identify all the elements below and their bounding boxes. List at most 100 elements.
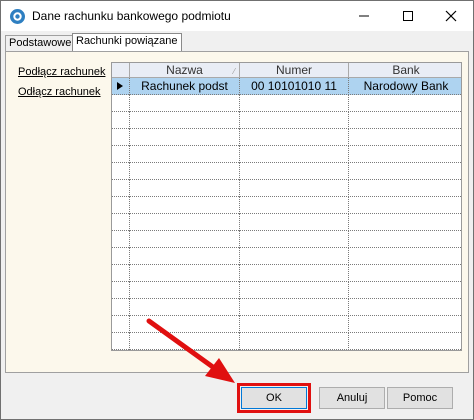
cell-bank [349,163,461,180]
row-indicator-cell [112,163,130,180]
minimize-icon [359,15,369,17]
cell-numer [240,112,349,129]
column-header-numer[interactable]: Numer [240,63,349,78]
table-row[interactable] [112,112,461,129]
cell-nazwa [130,214,240,231]
cell-nazwa [130,112,240,129]
cell-numer [240,180,349,197]
app-icon [9,8,26,25]
row-indicator-cell [112,112,130,129]
row-indicator-cell [112,95,130,112]
cell-bank: Narodowy Bank [363,79,449,93]
cell-bank [349,248,461,265]
table-row[interactable] [112,214,461,231]
column-header-bank[interactable]: Bank [349,63,461,78]
cell-numer [240,146,349,163]
cell-nazwa [130,146,240,163]
cell-numer [240,333,349,350]
row-indicator-cell [112,299,130,316]
row-indicator-cell [112,197,130,214]
table-row[interactable]: Rachunek podst 00 10101010 11 Narodowy Ban… [112,78,461,95]
cell-numer [240,163,349,180]
tab-rachunki-powiazane[interactable]: Rachunki powiązane [72,33,182,52]
window-title: Dane rachunku bankowego podmiotu [32,9,231,23]
table-row[interactable] [112,248,461,265]
row-indicator-cell [112,282,130,299]
maximize-button[interactable] [386,1,430,31]
cell-nazwa [130,265,240,282]
cell-nazwa [130,248,240,265]
column-header-label: Nazwa [166,63,203,77]
grid-header: Nazwa ⁄ Numer Bank [112,63,461,78]
row-indicator-cell [112,265,130,282]
title-bar[interactable]: Dane rachunku bankowego podmiotu [1,1,473,31]
maximize-icon [403,11,413,21]
tab-podstawowe[interactable]: Podstawowe [5,35,76,52]
cell-nazwa [130,316,240,333]
table-row[interactable] [112,316,461,333]
cell-numer [240,95,349,112]
cell-numer: 00 10101010 11 [240,78,349,95]
cell-numer [240,214,349,231]
cell-numer [240,316,349,333]
help-button[interactable]: Pomoc [387,387,453,409]
accounts-grid[interactable]: Nazwa ⁄ Numer Bank Rachunek podst 00 1010… [111,62,462,351]
row-indicator-cell [112,146,130,163]
row-indicator-cell [112,180,130,197]
cell-numer [240,129,349,146]
cell-bank [349,197,461,214]
dialog-window: Dane rachunku bankowego podmiotu Podstaw… [0,0,474,420]
current-row-icon [117,82,123,90]
table-row[interactable] [112,146,461,163]
table-row[interactable] [112,299,461,316]
cell-bank [349,146,461,163]
row-indicator-cell [112,231,130,248]
table-row[interactable] [112,265,461,282]
cell-bank [349,95,461,112]
cell-bank [349,316,461,333]
cell-bank [349,214,461,231]
cell-numer [240,231,349,248]
cell-nazwa [130,180,240,197]
sort-icon: ⁄ [233,67,235,76]
cell-numer [240,197,349,214]
close-button[interactable] [429,1,473,31]
cell-nazwa [130,299,240,316]
ok-button[interactable]: OK [241,387,307,409]
cell-bank [349,282,461,299]
minimize-button[interactable] [342,1,386,31]
cell-nazwa [130,95,240,112]
row-indicator-cell [112,248,130,265]
cell-numer [240,282,349,299]
column-header-nazwa[interactable]: Nazwa ⁄ [130,63,240,78]
cell-nazwa [130,282,240,299]
row-indicator-cell [112,214,130,231]
cell-nazwa [130,197,240,214]
table-row[interactable] [112,333,461,350]
table-row[interactable] [112,197,461,214]
cell-bank [349,265,461,282]
tab-panel: Podłącz rachunek Odłącz rachunek Nazwa ⁄… [5,51,469,373]
cell-bank [349,333,461,350]
cell-numer [240,265,349,282]
cell-bank [349,129,461,146]
table-row[interactable] [112,180,461,197]
connect-account-link[interactable]: Podłącz rachunek [18,66,105,78]
row-indicator-cell [112,78,130,95]
cell-nazwa [130,129,240,146]
cell-bank [349,112,461,129]
table-row[interactable] [112,282,461,299]
cell-numer [240,299,349,316]
cell-bank [349,299,461,316]
table-row[interactable] [112,129,461,146]
cell-bank [349,180,461,197]
cancel-button[interactable]: Anuluj [319,387,385,409]
table-row[interactable] [112,231,461,248]
header-indicator-cell [112,63,130,78]
close-icon [445,10,457,22]
row-indicator-cell [112,129,130,146]
disconnect-account-link[interactable]: Odłącz rachunek [18,86,101,98]
table-row[interactable] [112,95,461,112]
table-row[interactable] [112,163,461,180]
cell-nazwa [130,163,240,180]
